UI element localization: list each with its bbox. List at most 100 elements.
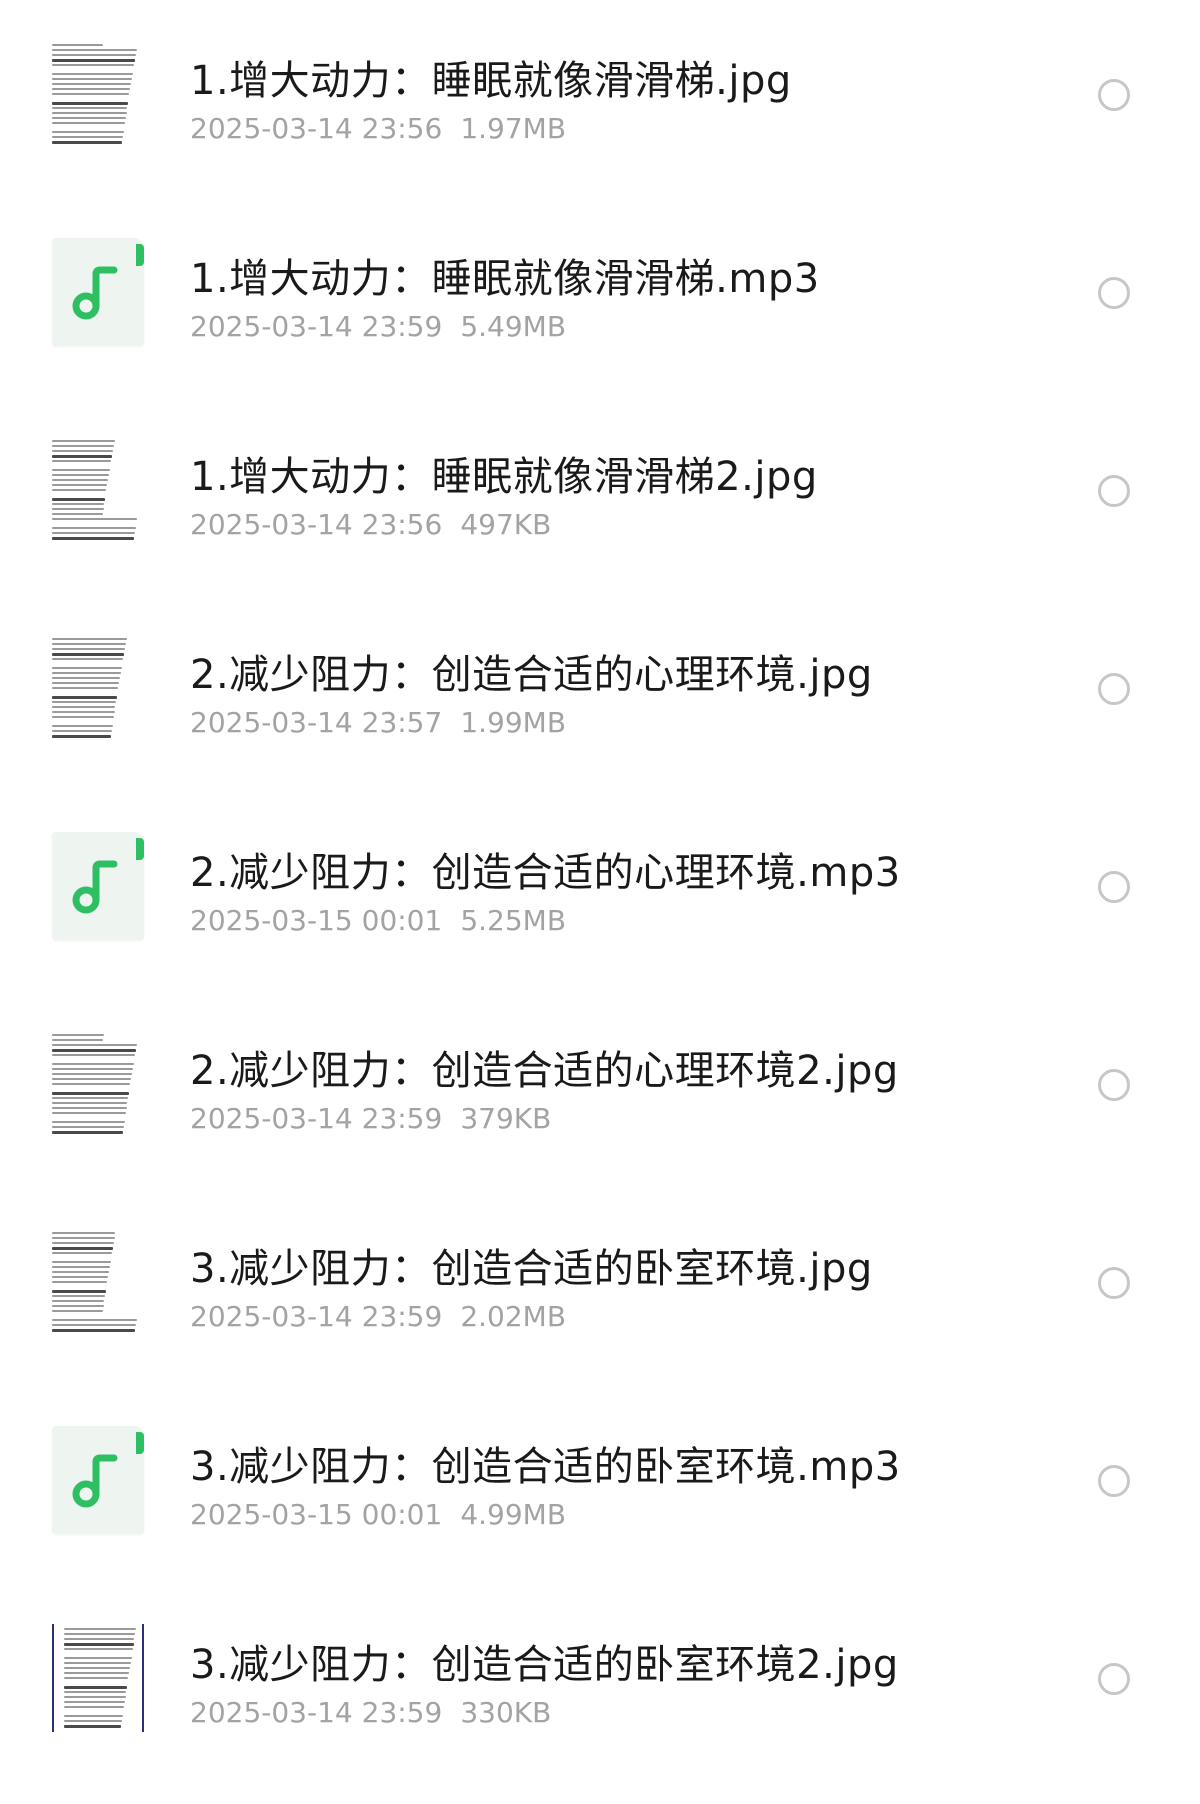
thumbnail-text-line xyxy=(64,1706,124,1708)
file-row[interactable]: 2.减少阻力：创造合适的心理环境.jpg 2025-03-14 23:57 1.9… xyxy=(0,594,1200,792)
thumbnail-text-line xyxy=(52,1112,126,1114)
thumbnail-text-line xyxy=(52,474,110,476)
thumbnail-text-line xyxy=(52,735,111,738)
thumbnail-text-line xyxy=(52,455,112,458)
file-row[interactable]: 1.增大动力：睡眠就像滑滑梯.mp3 2025-03-14 23:59 5.49M… xyxy=(0,198,1200,396)
audio-thumbnail[interactable] xyxy=(52,238,144,346)
thumbnail-text-line xyxy=(52,1261,111,1263)
thumbnail-text-line xyxy=(52,498,106,501)
select-checkbox[interactable] xyxy=(1098,79,1130,111)
image-thumbnail[interactable] xyxy=(52,436,144,544)
music-note-icon xyxy=(72,1454,118,1508)
select-checkbox[interactable] xyxy=(1098,277,1130,309)
thumbnail-text-line xyxy=(64,1648,133,1650)
file-date: 2025-03-14 23:56 xyxy=(190,112,443,145)
select-checkbox[interactable] xyxy=(1098,871,1130,903)
select-checkbox[interactable] xyxy=(1098,673,1130,705)
file-meta: 2025-03-14 23:57 1.99MB xyxy=(190,706,566,739)
file-row[interactable]: 3.减少阻力：创造合适的卧室环境.jpg 2025-03-14 23:59 2.0… xyxy=(0,1188,1200,1386)
thumbnail-text-line xyxy=(52,1068,133,1070)
file-row[interactable]: 3.减少阻力：创造合适的卧室环境2.jpg 2025-03-14 23:59 33… xyxy=(0,1584,1200,1782)
file-name: 3.减少阻力：创造合适的卧室环境.mp3 xyxy=(190,1444,901,1490)
thumbnail-text-line xyxy=(52,1078,132,1080)
thumbnail-text-line xyxy=(52,1107,127,1109)
thumbnail-text-line xyxy=(64,1667,130,1669)
select-checkbox[interactable] xyxy=(1098,1267,1130,1299)
image-thumbnail[interactable] xyxy=(52,1624,144,1732)
file-size: 1.97MB xyxy=(460,112,567,145)
file-size: 330KB xyxy=(460,1696,552,1729)
file-date: 2025-03-14 23:59 xyxy=(190,1102,443,1135)
thumbnail-text-line xyxy=(64,1696,126,1698)
thumbnail-text-line xyxy=(52,503,105,505)
thumbnail-text-line xyxy=(64,1677,129,1679)
audio-thumbnail[interactable] xyxy=(52,1426,144,1534)
thumbnail-text-line xyxy=(52,672,121,674)
thumbnail-text-line xyxy=(52,117,126,119)
thumbnail-text-line xyxy=(52,1281,108,1283)
file-name: 1.增大动力：睡眠就像滑滑梯.mp3 xyxy=(190,256,820,302)
file-row[interactable]: 1.增大动力：睡眠就像滑滑梯2.jpg 2025-03-14 23:56 497K… xyxy=(0,396,1200,594)
thumbnail-text-line xyxy=(52,537,134,540)
thumbnail-text-line xyxy=(52,1034,104,1036)
file-meta: 2025-03-14 23:59 5.49MB xyxy=(190,310,566,343)
file-row[interactable]: 1.增大动力：睡眠就像滑滑梯.jpg 2025-03-14 23:56 1.97M… xyxy=(0,0,1200,198)
select-checkbox[interactable] xyxy=(1098,1465,1130,1497)
thumbnail-text-line xyxy=(52,658,123,660)
file-row[interactable]: 2.减少阻力：创造合适的心理环境2.jpg 2025-03-14 23:59 37… xyxy=(0,990,1200,1188)
select-checkbox[interactable] xyxy=(1098,1663,1130,1695)
thumbnail-text-line xyxy=(64,1686,128,1689)
thumbnail-text-line xyxy=(52,508,104,510)
thumbnail-text-line xyxy=(52,667,122,669)
thumbnail-text-line xyxy=(64,1701,125,1703)
thumbnail-text-line xyxy=(52,44,103,46)
file-meta: 2025-03-14 23:59 330KB xyxy=(190,1696,551,1729)
thumbnail-text-line xyxy=(52,1131,123,1134)
file-row[interactable]: 3.减少阻力：创造合适的卧室环境.mp3 2025-03-15 00:01 4.9… xyxy=(0,1386,1200,1584)
thumbnail-text-line xyxy=(64,1691,127,1693)
file-name: 1.增大动力：睡眠就像滑滑梯2.jpg xyxy=(190,454,818,500)
thumbnail-text-line xyxy=(52,513,103,515)
thumbnail-text-line xyxy=(52,706,116,708)
image-thumbnail[interactable] xyxy=(52,1030,144,1138)
thumbnail-text-line xyxy=(52,1310,103,1312)
thumbnail-text-line xyxy=(64,1643,134,1646)
image-thumbnail[interactable] xyxy=(52,1228,144,1336)
select-checkbox[interactable] xyxy=(1098,475,1130,507)
thumbnail-text-line xyxy=(52,1092,130,1095)
image-thumbnail[interactable] xyxy=(52,40,144,148)
image-thumbnail[interactable] xyxy=(52,634,144,742)
thumbnail-text-line xyxy=(52,725,113,727)
file-name: 3.减少阻力：创造合适的卧室环境.jpg xyxy=(190,1246,873,1292)
thumbnail-text-line xyxy=(52,445,114,447)
select-checkbox[interactable] xyxy=(1098,1069,1130,1101)
thumbnail-text-line xyxy=(52,1329,135,1332)
thumbnail-text-line xyxy=(64,1672,130,1674)
thumbnail-text-line xyxy=(52,1300,105,1302)
thumbnail-text-line xyxy=(52,1271,110,1273)
file-row[interactable]: 2.减少阻力：创造合适的心理环境.mp3 2025-03-15 00:01 5.2… xyxy=(0,792,1200,990)
thumbnail-text-line xyxy=(52,136,123,138)
thumbnail-text-line xyxy=(52,1126,124,1128)
file-corner-accent xyxy=(136,838,144,860)
file-list: 1.增大动力：睡眠就像滑滑梯.jpg 2025-03-14 23:56 1.97M… xyxy=(0,0,1200,1804)
file-corner-accent xyxy=(136,244,144,266)
thumbnail-text-line xyxy=(64,1720,123,1722)
music-note-icon xyxy=(72,860,118,914)
audio-thumbnail[interactable] xyxy=(52,832,144,940)
music-note-icon xyxy=(72,266,118,320)
file-size: 4.99MB xyxy=(460,1498,567,1531)
thumbnail-text-line xyxy=(52,49,137,51)
thumbnail-text-line xyxy=(52,1039,103,1041)
thumbnail-text-line xyxy=(52,122,125,124)
thumbnail-text-line xyxy=(52,648,125,650)
thumbnail-text-line xyxy=(52,1232,116,1234)
thumbnail-text-line xyxy=(64,1657,132,1659)
file-name: 2.减少阻力：创造合适的心理环境2.jpg xyxy=(190,1048,899,1094)
thumbnail-text-line xyxy=(52,112,127,114)
thumbnail-text-line xyxy=(52,677,121,679)
thumbnail-text-line xyxy=(52,1266,110,1268)
thumbnail-text-line xyxy=(52,1049,136,1052)
thumbnail-text-line xyxy=(52,450,113,452)
thumbnail-text-line xyxy=(52,1063,134,1065)
